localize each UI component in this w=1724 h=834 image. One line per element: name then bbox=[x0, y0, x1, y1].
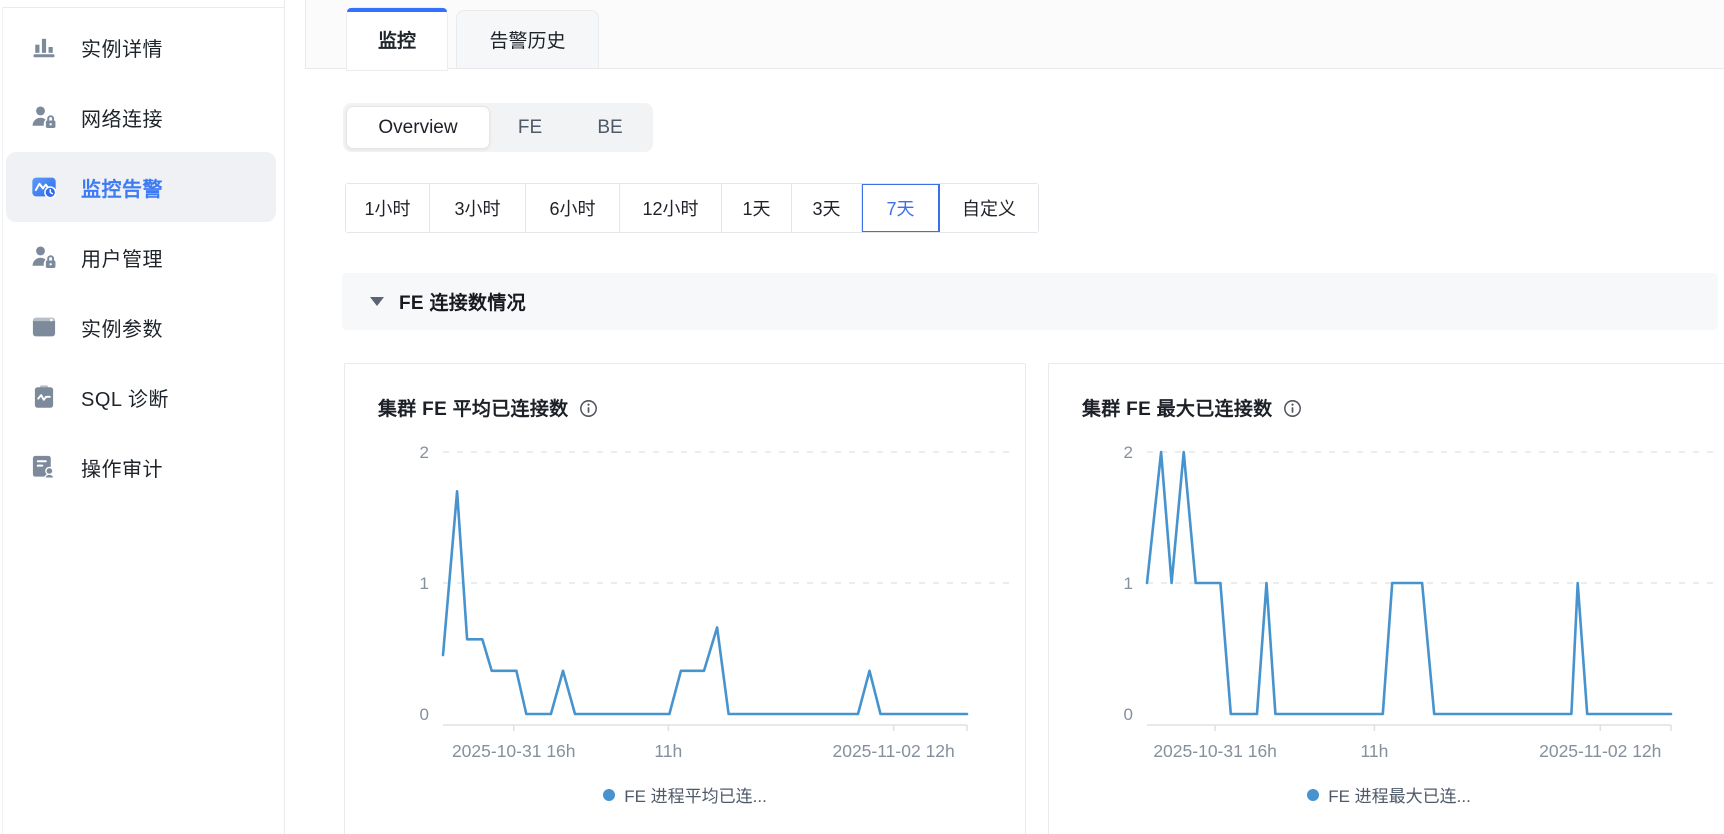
legend-dot-icon bbox=[603, 789, 615, 801]
chart-card-fe-avg-connections: 集群 FE 平均已连接数 0 1 2 2025-10-31 16h 11h 2025-11… bbox=[344, 363, 1026, 834]
time-range-label: 12小时 bbox=[642, 195, 698, 221]
time-range-3d[interactable]: 3天 bbox=[792, 184, 862, 232]
view-option-overview[interactable]: Overview bbox=[346, 106, 490, 149]
time-range-1h[interactable]: 1小时 bbox=[346, 184, 430, 232]
svg-text:2025-11-02 12h: 2025-11-02 12h bbox=[832, 741, 954, 761]
audit-icon bbox=[30, 453, 58, 481]
svg-text:0: 0 bbox=[420, 705, 429, 724]
sidebar-item-network[interactable]: 网络连接 bbox=[0, 82, 284, 152]
sidebar-item-instance-details[interactable]: 实例详情 bbox=[0, 12, 284, 82]
sidebar-item-instance-params[interactable]: 实例参数 bbox=[0, 292, 284, 362]
sidebar-item-label: SQL 诊断 bbox=[81, 383, 169, 412]
sidebar-item-label: 操作审计 bbox=[81, 453, 163, 482]
caret-down-icon bbox=[370, 297, 384, 306]
view-option-label: Overview bbox=[378, 117, 457, 139]
sidebar-item-label: 用户管理 bbox=[81, 243, 163, 272]
chart-title: 集群 FE 最大已连接数 bbox=[1082, 394, 1272, 421]
bar-chart-icon bbox=[30, 33, 58, 61]
legend-item[interactable]: FE 进程最大已连... bbox=[1049, 782, 1724, 807]
time-range-label: 自定义 bbox=[962, 195, 1016, 221]
time-range-label: 1天 bbox=[742, 195, 770, 221]
sidebar-item-monitor-alerts[interactable]: 监控告警 bbox=[6, 152, 276, 222]
sql-diagnosis-icon bbox=[30, 383, 58, 411]
monitoring-page: 实例详情 网络连接 bbox=[0, 0, 1724, 834]
svg-text:11h: 11h bbox=[654, 741, 682, 761]
section-fe-connections[interactable]: FE 连接数情况 bbox=[342, 273, 1718, 330]
sidebar-item-label: 监控告警 bbox=[81, 173, 163, 202]
time-range-12h[interactable]: 12小时 bbox=[620, 184, 722, 232]
legend-item[interactable]: FE 进程平均已连... bbox=[345, 782, 1025, 807]
sidebar-item-label: 网络连接 bbox=[81, 103, 163, 132]
legend-label: FE 进程平均已连... bbox=[624, 782, 767, 807]
view-option-be[interactable]: BE bbox=[570, 106, 650, 149]
sidebar: 实例详情 网络连接 bbox=[0, 0, 285, 834]
tab-bar: 监控 告警历史 bbox=[305, 0, 1724, 69]
time-range-custom[interactable]: 自定义 bbox=[940, 184, 1038, 232]
time-range-label: 3天 bbox=[812, 195, 840, 221]
line-chart[interactable]: 0 1 2 2025-10-31 16h 11h 2025-11-02 12h bbox=[345, 424, 1027, 769]
time-range-6h[interactable]: 6小时 bbox=[526, 184, 620, 232]
view-option-label: FE bbox=[518, 117, 542, 139]
chart-header: 集群 FE 最大已连接数 bbox=[1049, 364, 1724, 421]
sidebar-item-audit[interactable]: 操作审计 bbox=[0, 432, 284, 502]
time-range-1d[interactable]: 1天 bbox=[722, 184, 792, 232]
tab-label: 告警历史 bbox=[489, 26, 565, 53]
chart-header: 集群 FE 平均已连接数 bbox=[345, 364, 1025, 421]
tab-monitoring[interactable]: 监控 bbox=[347, 8, 447, 70]
svg-text:2: 2 bbox=[420, 443, 429, 462]
svg-text:11h: 11h bbox=[1360, 741, 1388, 761]
user-lock-icon bbox=[30, 103, 58, 131]
time-range-label: 6小时 bbox=[549, 195, 595, 221]
info-icon[interactable] bbox=[1283, 399, 1302, 418]
tab-alert-history[interactable]: 告警历史 bbox=[456, 10, 599, 68]
chart-title: 集群 FE 平均已连接数 bbox=[378, 394, 568, 421]
svg-text:2: 2 bbox=[1124, 443, 1133, 462]
sidebar-item-user-management[interactable]: 用户管理 bbox=[0, 222, 284, 292]
chart-card-fe-max-connections: 集群 FE 最大已连接数 0 1 2 2025-10-31 16h 11h 2025-11… bbox=[1048, 363, 1724, 834]
legend-label: FE 进程最大已连... bbox=[1328, 782, 1471, 807]
svg-text:1: 1 bbox=[420, 574, 429, 593]
section-title: FE 连接数情况 bbox=[399, 288, 526, 315]
sidebar-item-sql-diagnosis[interactable]: SQL 诊断 bbox=[0, 362, 284, 432]
view-option-label: BE bbox=[597, 117, 622, 139]
time-range-label: 7天 bbox=[886, 195, 914, 221]
svg-text:0: 0 bbox=[1124, 705, 1133, 724]
svg-text:2025-11-02 12h: 2025-11-02 12h bbox=[1539, 741, 1661, 761]
info-icon[interactable] bbox=[579, 399, 598, 418]
svg-text:2025-10-31 16h: 2025-10-31 16h bbox=[1153, 741, 1277, 761]
time-range-7d[interactable]: 7天 bbox=[862, 184, 940, 232]
panel-icon bbox=[30, 313, 58, 341]
user-lock-icon bbox=[30, 243, 58, 271]
svg-text:2025-10-31 16h: 2025-10-31 16h bbox=[452, 741, 576, 761]
view-option-fe[interactable]: FE bbox=[490, 106, 570, 149]
time-range-label: 1小时 bbox=[364, 195, 410, 221]
legend-dot-icon bbox=[1307, 789, 1319, 801]
sidebar-item-label: 实例详情 bbox=[81, 33, 163, 62]
sidebar-item-label: 实例参数 bbox=[81, 313, 163, 342]
line-chart[interactable]: 0 1 2 2025-10-31 16h 11h 2025-11-02 12h bbox=[1049, 424, 1724, 769]
view-switcher: Overview FE BE bbox=[343, 103, 653, 152]
time-range-3h[interactable]: 3小时 bbox=[430, 184, 526, 232]
sidebar-menu: 实例详情 网络连接 bbox=[0, 12, 284, 502]
tab-label: 监控 bbox=[378, 26, 416, 53]
time-range-label: 3小时 bbox=[454, 195, 500, 221]
time-range-group: 1小时 3小时 6小时 12小时 1天 3天 7天 自定义 bbox=[345, 183, 1039, 233]
monitor-alert-icon bbox=[30, 173, 58, 201]
svg-text:1: 1 bbox=[1124, 574, 1133, 593]
